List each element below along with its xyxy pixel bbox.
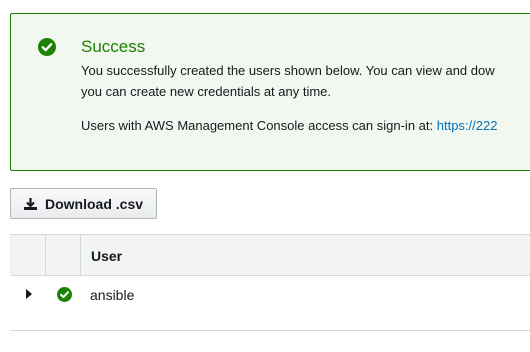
success-alert: Success You successfully created the use… bbox=[10, 13, 530, 171]
table-header: User bbox=[10, 234, 530, 276]
download-icon bbox=[24, 197, 37, 210]
table-row: ansible bbox=[10, 276, 530, 316]
check-circle-icon bbox=[38, 38, 56, 56]
page: Success You successfully created the use… bbox=[0, 0, 530, 352]
alert-signin-line: Users with AWS Management Console access… bbox=[81, 118, 497, 133]
users-table: User ansible bbox=[10, 234, 530, 316]
caret-right-icon[interactable] bbox=[26, 289, 32, 299]
signin-text: Users with AWS Management Console access… bbox=[81, 118, 437, 133]
table-divider bbox=[10, 330, 530, 331]
signin-link[interactable]: https://222 bbox=[437, 118, 498, 133]
expand-column-header bbox=[10, 235, 46, 275]
user-column-header[interactable]: User bbox=[91, 248, 122, 264]
alert-message-line-1: You successfully created the users shown… bbox=[81, 63, 495, 78]
status-column-header bbox=[46, 235, 81, 275]
download-csv-label: Download .csv bbox=[45, 195, 144, 212]
download-csv-button[interactable]: Download .csv bbox=[10, 188, 157, 219]
user-name-cell: ansible bbox=[90, 287, 135, 303]
alert-title: Success bbox=[81, 37, 146, 56]
check-circle-icon bbox=[57, 287, 72, 302]
alert-message-line-2: you can create new credentials at any ti… bbox=[81, 84, 332, 99]
